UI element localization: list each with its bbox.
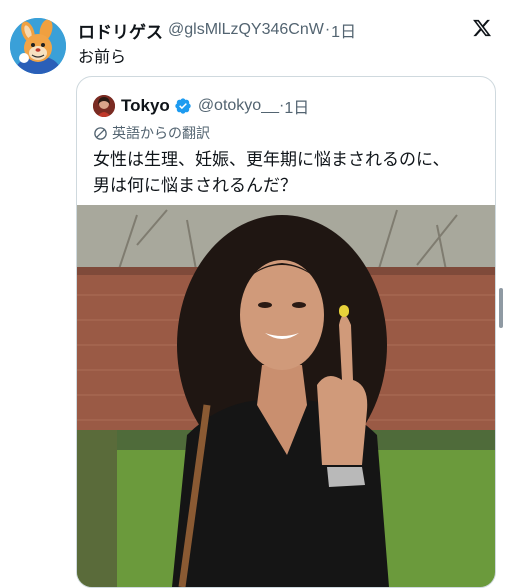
quoted-author-handle[interactable]: @otokyo__ bbox=[198, 97, 279, 115]
quoted-post-header: Tokyo @otokyo__ · 1日 bbox=[93, 94, 309, 118]
quoted-timestamp[interactable]: 1日 bbox=[284, 94, 309, 118]
quoted-post-text: 女性は生理、妊娠、更年期に悩まされるのに、 男は何に悩まされるんだ？ bbox=[93, 147, 485, 199]
photo-image[interactable] bbox=[77, 205, 495, 587]
profile-photo-icon bbox=[93, 95, 115, 117]
cartoon-character-avatar-icon bbox=[10, 18, 66, 74]
post-header: ロドリゲス @glsMlLzQY346CnW · 1日 bbox=[78, 18, 498, 43]
x-logo-icon bbox=[473, 19, 492, 37]
translation-indicator[interactable]: 英語からの翻訳 bbox=[93, 123, 210, 143]
translation-label: 英語からの翻訳 bbox=[112, 125, 210, 141]
post-text: お前ら bbox=[78, 49, 127, 66]
quoted-text-line-1: 女性は生理、妊娠、更年期に悩まされるのに、 bbox=[93, 150, 450, 169]
post-timestamp[interactable]: 1日 bbox=[331, 18, 356, 42]
scrollbar[interactable] bbox=[499, 288, 503, 328]
author-name[interactable]: ロドリゲス bbox=[78, 18, 163, 43]
author-handle[interactable]: @glsMlLzQY346CnW bbox=[168, 21, 324, 39]
verified-badge-icon bbox=[175, 98, 191, 114]
avatar[interactable] bbox=[10, 18, 66, 74]
quoted-post-card[interactable]: Tokyo @otokyo__ · 1日 英語からの翻訳 女性は生理、妊娠、更年… bbox=[76, 76, 496, 588]
translate-icon bbox=[94, 126, 107, 140]
quoted-author-name[interactable]: Tokyo bbox=[121, 96, 170, 116]
quoted-text-line-2: 男は何に悩まされるんだ？ bbox=[93, 176, 297, 195]
quoted-avatar[interactable] bbox=[93, 95, 115, 117]
separator-dot: · bbox=[324, 21, 331, 38]
